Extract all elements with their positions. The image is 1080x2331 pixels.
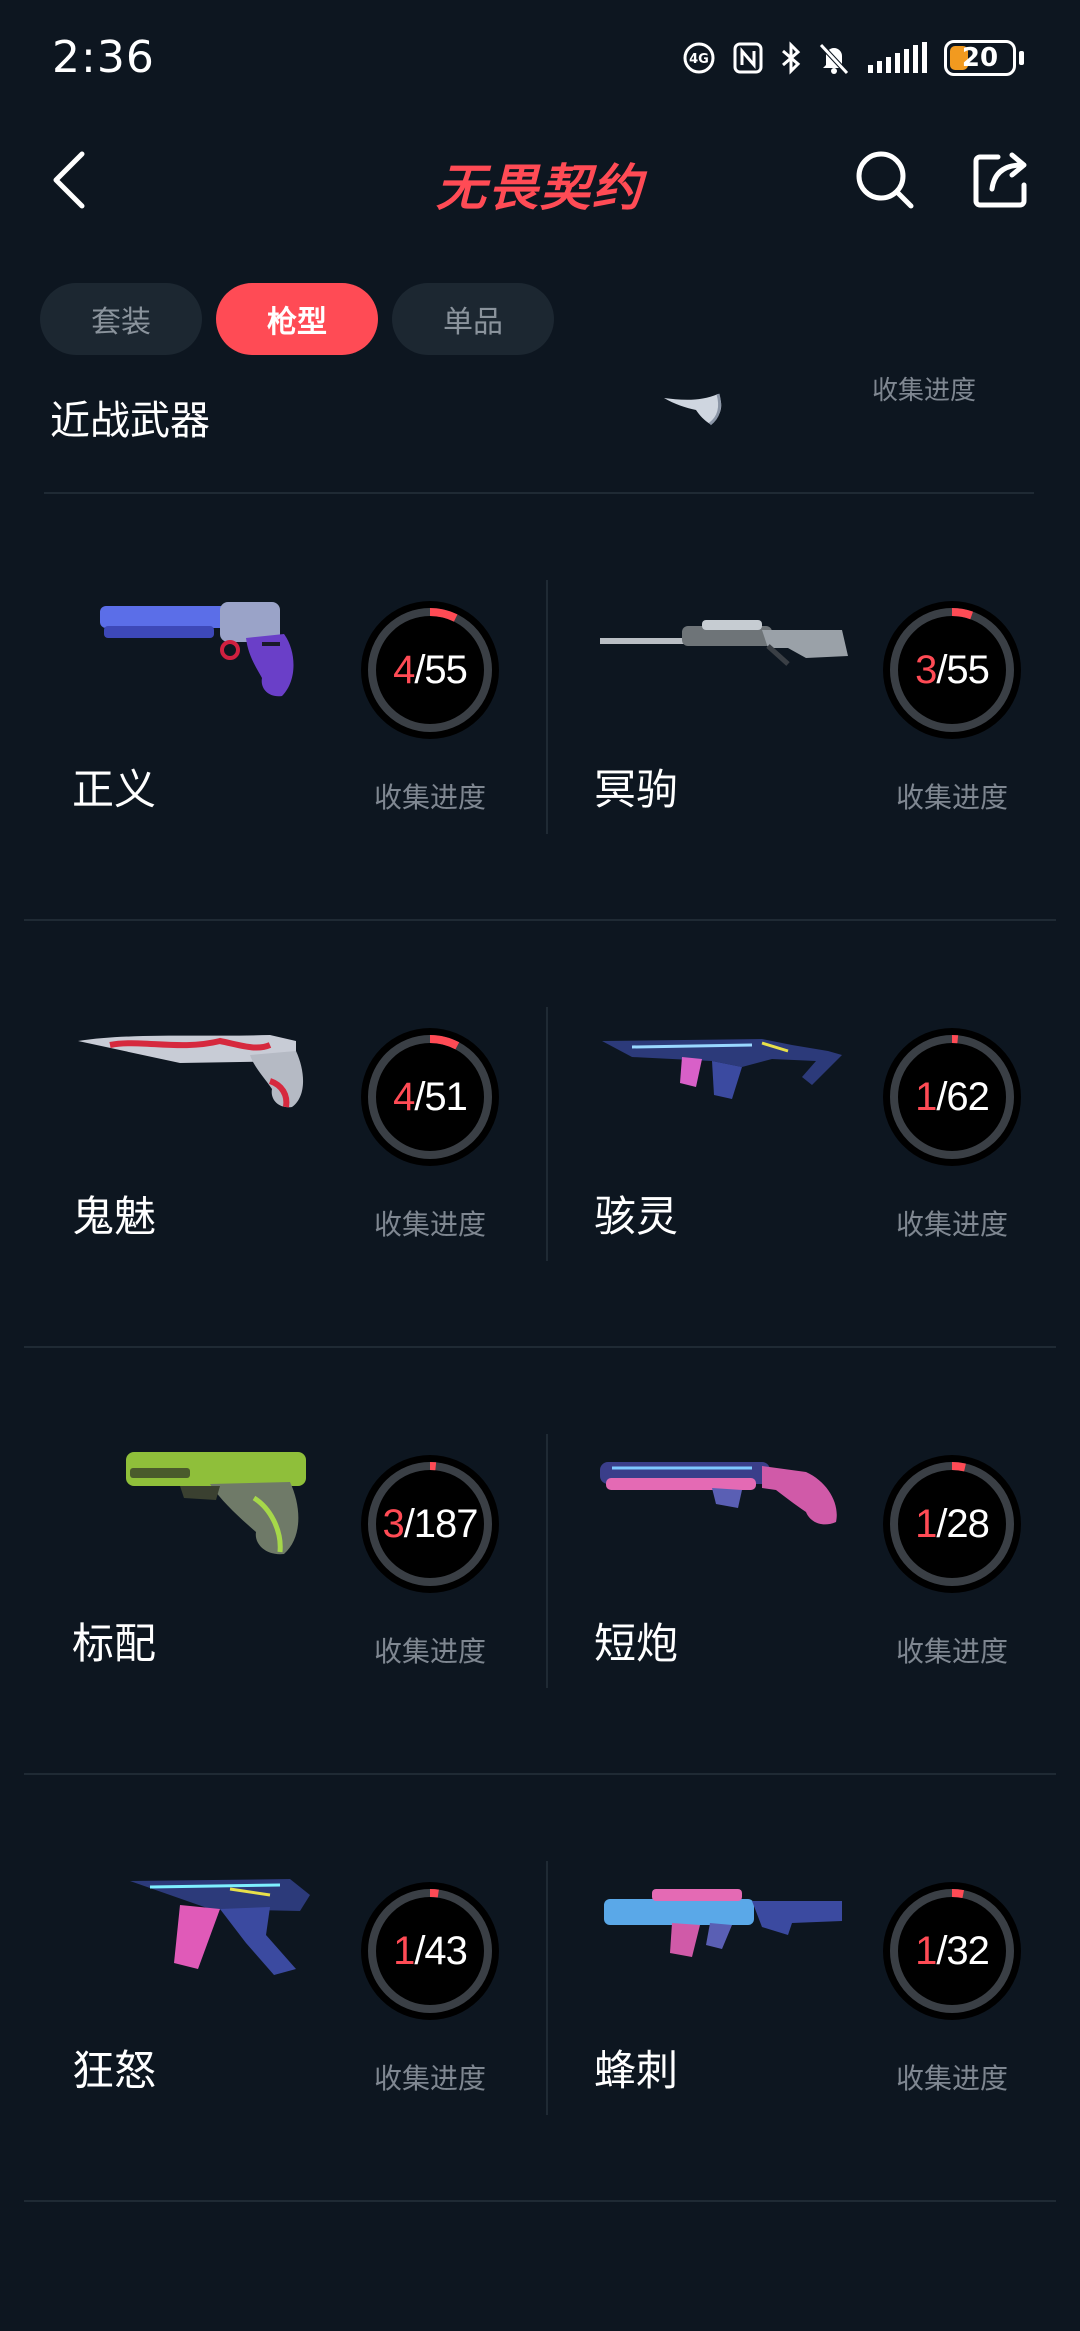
header: 无畏契约 (0, 120, 1080, 240)
progress-ring: 1/43 (360, 1881, 500, 2021)
progress-label: 收集进度 (896, 1635, 1009, 1668)
weapon-name: 骇灵 (594, 1192, 679, 1241)
status-bar: 2:36 4G 20 (0, 0, 1080, 120)
weapon-name: 短炮 (594, 1619, 679, 1668)
weapon-name: 蜂刺 (594, 2046, 679, 2095)
owned-count: 4 (393, 647, 415, 692)
progress-ring: 4/51 (360, 1027, 500, 1167)
stinger-smg-image (592, 1865, 852, 1995)
svg-text:4G: 4G (689, 52, 709, 67)
status-icons: 4G 20 (682, 40, 1024, 76)
weapon-card[interactable]: 4/55 正义 收集进度 (24, 494, 540, 919)
weapon-row: 1/43 狂怒 收集进度 1 /32 蜂刺 收集进度 (24, 1775, 1056, 2202)
tab-suits[interactable]: 套装 (40, 283, 202, 355)
search-button[interactable] (850, 142, 920, 218)
progress-count: 1/32 (882, 1881, 1022, 2021)
progress-count: 1/62 (882, 1027, 1022, 1167)
category-tabs: 套装 枪型 单品 (40, 283, 554, 355)
weapon-name: 正义 (72, 765, 157, 814)
partial-weapon-row[interactable]: 近战武器 收集进度 (0, 370, 1080, 494)
weapon-row: 4/55 正义 收集进度 3 /55 冥驹 收集进度 (24, 494, 1056, 921)
handgun-image (70, 1438, 330, 1568)
progress-label: 收集进度 (374, 1635, 487, 1668)
bluetooth-icon (780, 41, 802, 75)
frenzy-pistol-image (70, 1865, 330, 1995)
progress-count: 1/28 (882, 1454, 1022, 1594)
weapon-card[interactable]: 3/55 冥驹 收集进度 (546, 494, 1062, 919)
battery-text: 20 (961, 43, 999, 73)
progress-label: 收集进度 (374, 1208, 487, 1241)
shotgun-image (592, 1438, 852, 1568)
owned-count: 4 (393, 1074, 415, 1119)
weapon-name: 鬼魅 (72, 1192, 157, 1241)
share-icon (973, 152, 1027, 208)
owned-count: 1 (915, 1501, 937, 1546)
weapon-row: 4/51 鬼魅 收集进度 1 /62 骇灵 收集进度 (24, 921, 1056, 1348)
progress-count: 4/55 (360, 600, 500, 740)
progress-label: 收集进度 (896, 781, 1009, 814)
progress-ring: 1/28 (882, 1454, 1022, 1594)
weapon-card[interactable]: 1/43 狂怒 收集进度 (24, 1775, 540, 2200)
total-count: /62 (936, 1074, 990, 1119)
battery-tip (1019, 51, 1024, 65)
owned-count: 1 (393, 1928, 415, 1973)
progress-count: 1/43 (360, 1881, 500, 2021)
weapon-grid: 4/55 正义 收集进度 3 /55 冥驹 收集进度 4 /51 鬼魅 收集进度… (24, 494, 1056, 2202)
nfc-icon (732, 41, 764, 75)
sniper-rifle-image (592, 584, 852, 714)
battery-icon: 20 (944, 40, 1024, 76)
progress-count: 3/55 (882, 600, 1022, 740)
progress-label: 收集进度 (896, 2062, 1009, 2095)
progress-ring: 3/55 (882, 600, 1022, 740)
weapon-name: 标配 (72, 1619, 157, 1668)
signal-icon (866, 41, 928, 75)
total-count: /55 (414, 647, 468, 692)
owned-count: 3 (915, 647, 937, 692)
total-count: /51 (414, 1074, 468, 1119)
progress-label: 收集进度 (374, 781, 487, 814)
weapon-card[interactable]: 3/187 标配 收集进度 (24, 1348, 540, 1773)
weapon-card[interactable]: 1/62 骇灵 收集进度 (546, 921, 1062, 1346)
share-button[interactable] (966, 142, 1036, 218)
total-count: /28 (936, 1501, 990, 1546)
progress-label: 收集进度 (374, 2062, 487, 2095)
knife-image (660, 380, 740, 444)
weapon-card[interactable]: 4/51 鬼魅 收集进度 (24, 921, 540, 1346)
progress-label: 收集进度 (872, 376, 977, 406)
search-icon (856, 151, 914, 209)
weapon-name: 冥驹 (594, 765, 679, 814)
progress-count: 4/51 (360, 1027, 500, 1167)
progress-ring: 1/62 (882, 1027, 1022, 1167)
weapon-name: 狂怒 (72, 2046, 157, 2095)
weapon-card[interactable]: 1/32 蜂刺 收集进度 (546, 1775, 1062, 2200)
hd-icon: 4G (682, 41, 716, 75)
revolver-image (70, 584, 330, 714)
owned-count: 1 (915, 1074, 937, 1119)
pistol-image (70, 1011, 330, 1141)
tab-items[interactable]: 单品 (392, 283, 554, 355)
smg-image (592, 1011, 852, 1141)
progress-count: 3/187 (360, 1454, 500, 1594)
total-count: /55 (936, 647, 990, 692)
progress-label: 收集进度 (896, 1208, 1009, 1241)
total-count: /32 (936, 1928, 990, 1973)
progress-ring: 4/55 (360, 600, 500, 740)
weapon-row: 3/187 标配 收集进度 1 /28 短炮 收集进度 (24, 1348, 1056, 1775)
weapon-name: 近战武器 (50, 398, 210, 444)
progress-ring: 3/187 (360, 1454, 500, 1594)
owned-count: 3 (382, 1501, 404, 1546)
total-count: /43 (414, 1928, 468, 1973)
tab-weapon-types[interactable]: 枪型 (216, 283, 378, 355)
status-time: 2:36 (52, 32, 155, 83)
owned-count: 1 (915, 1928, 937, 1973)
battery-body: 20 (944, 40, 1016, 76)
mute-icon (818, 41, 850, 75)
total-count: /187 (403, 1501, 479, 1546)
progress-ring: 1/32 (882, 1881, 1022, 2021)
weapon-card[interactable]: 1/28 短炮 收集进度 (546, 1348, 1062, 1773)
